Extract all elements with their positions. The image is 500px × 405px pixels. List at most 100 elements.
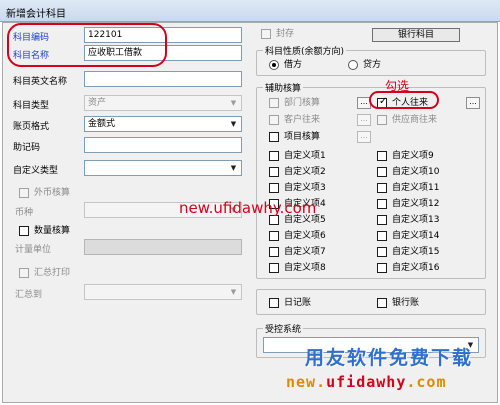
checkbox-icon — [269, 115, 279, 125]
custom-item-checkbox[interactable]: 自定义项3 — [269, 183, 326, 194]
summary-print-checkbox: 汇总打印 — [19, 268, 70, 279]
dept-accounting-label: 部门核算 — [284, 98, 321, 108]
foreign-currency-checkbox: 外币核算 — [19, 188, 70, 199]
bank-journal-label: 银行账 — [392, 298, 420, 308]
credit-radio[interactable]: 贷方 — [348, 60, 381, 71]
title-bar: 新增会计科目 — [0, 0, 500, 22]
page-format-value: 金额式 — [88, 119, 116, 129]
bank-subject-button[interactable]: 银行科目 — [372, 28, 460, 42]
checkbox-icon — [19, 188, 29, 198]
custom-item-checkbox[interactable]: 自定义项1 — [269, 151, 326, 162]
checkbox-icon — [269, 167, 279, 177]
customer-account-label: 客户往来 — [284, 115, 321, 125]
custom-item-checkbox[interactable]: 自定义项10 — [377, 167, 439, 178]
journal-label: 日记账 — [284, 298, 312, 308]
custom-item-checkbox[interactable]: 自定义项11 — [377, 183, 439, 194]
checkbox-icon — [269, 263, 279, 273]
mnemonic-label: 助记码 — [13, 143, 41, 153]
project-ellipsis-button: ... — [357, 131, 371, 143]
checkbox-icon — [377, 231, 387, 241]
journal-checkbox[interactable]: 日记账 — [269, 298, 311, 309]
custom-item-label: 自定义项15 — [392, 247, 440, 257]
chevron-down-icon: ▼ — [230, 120, 237, 128]
checkbox-icon — [377, 247, 387, 257]
custom-item-label: 自定义项8 — [284, 263, 326, 273]
checkbox-icon — [377, 183, 387, 193]
seal-checkbox: 封存 — [261, 29, 294, 40]
custom-item-checkbox[interactable]: 自定义项12 — [377, 199, 439, 210]
custom-item-label: 自定义项7 — [284, 247, 326, 257]
chevron-down-icon: ▼ — [230, 164, 237, 172]
custom-type-select[interactable]: ▼ — [84, 160, 242, 176]
custom-item-checkbox[interactable]: 自定义项14 — [377, 231, 439, 242]
custom-item-checkbox[interactable]: 自定义项2 — [269, 167, 326, 178]
english-name-input[interactable] — [84, 71, 242, 87]
dept-accounting-checkbox: 部门核算 — [269, 98, 320, 109]
unit-label: 计量单位 — [15, 245, 52, 255]
customer-ellipsis-button: ... — [357, 114, 371, 126]
custom-item-label: 自定义项9 — [392, 151, 434, 161]
watermark-brand: 用友软件免费下载 — [305, 347, 474, 369]
checkbox-icon — [269, 247, 279, 257]
custom-item-label: 自定义项14 — [392, 231, 440, 241]
aux-legend: 辅助核算 — [263, 81, 304, 94]
dialog-client-area: 科目编码 122101 科目名称 应收职工借款 科目英文名称 科目类型 资产 ▼… — [2, 22, 498, 403]
custom-item-checkbox[interactable]: 自定义项6 — [269, 231, 326, 242]
custom-item-label: 自定义项11 — [392, 183, 440, 193]
red-highlight-oval-code-name — [7, 23, 167, 67]
checkbox-icon — [377, 167, 387, 177]
page-format-label: 账页格式 — [13, 122, 50, 132]
english-name-label: 科目英文名称 — [13, 77, 68, 87]
subject-type-label: 科目类型 — [13, 101, 50, 111]
customer-account-checkbox: 客户往来 — [269, 115, 320, 126]
credit-label: 贷方 — [363, 60, 382, 70]
subject-type-select: 资产 ▼ — [84, 95, 242, 111]
project-accounting-checkbox[interactable]: 项目核算 — [269, 132, 320, 143]
custom-item-checkbox[interactable]: 自定义项9 — [377, 151, 434, 162]
custom-item-checkbox[interactable]: 自定义项15 — [377, 247, 439, 258]
tick-annotation: 勾选 — [385, 79, 410, 93]
personal-ellipsis-button[interactable]: ... — [466, 97, 480, 109]
custom-item-checkbox[interactable]: 自定义项8 — [269, 263, 326, 274]
custom-item-label: 自定义项12 — [392, 199, 440, 209]
custom-item-checkbox[interactable]: 自定义项7 — [269, 247, 326, 258]
custom-type-label: 自定义类型 — [13, 166, 59, 176]
custom-item-checkbox[interactable]: 自定义项16 — [377, 263, 439, 274]
page-format-select[interactable]: 金额式 ▼ — [84, 116, 242, 132]
checkbox-icon — [377, 298, 387, 308]
quantity-accounting-checkbox[interactable]: 数量核算 — [19, 226, 70, 237]
watermark-url-center: new.ufidawhy.com — [179, 199, 317, 217]
summary-to-select: ▼ — [84, 284, 242, 300]
watermark-url-bottom: new.ufidawhy.com — [286, 373, 447, 391]
currency-label: 币种 — [15, 208, 34, 218]
window-title: 新增会计科目 — [6, 9, 66, 20]
supplier-account-label: 供应商往来 — [392, 115, 438, 125]
debit-label: 借方 — [284, 60, 303, 70]
nature-group: 科目性质(余额方向) 借方 贷方 — [256, 44, 486, 76]
checkbox-icon — [269, 231, 279, 241]
auxiliary-accounting-group: 辅助核算 部门核算 ... ✓ 个人往来 ... 客户往来 ... 供应商往来 项… — [256, 81, 486, 279]
custom-item-label: 自定义项6 — [284, 231, 326, 241]
supplier-account-checkbox: 供应商往来 — [377, 115, 437, 126]
quantity-accounting-label: 数量核算 — [34, 226, 71, 236]
checkbox-icon — [269, 298, 279, 308]
debit-radio[interactable]: 借方 — [269, 60, 302, 71]
custom-item-label: 自定义项1 — [284, 151, 326, 161]
custom-item-label: 自定义项2 — [284, 167, 326, 177]
checkbox-icon — [377, 199, 387, 209]
watermark-url-mid: ufidawhy — [326, 373, 407, 391]
watermark-url-prefix: new. — [286, 373, 327, 391]
foreign-currency-label: 外币核算 — [34, 188, 71, 198]
mnemonic-input[interactable] — [84, 137, 242, 153]
nature-legend: 科目性质(余额方向) — [263, 44, 347, 57]
custom-item-label: 自定义项3 — [284, 183, 326, 193]
checkbox-icon — [377, 151, 387, 161]
bank-journal-checkbox[interactable]: 银行账 — [377, 298, 419, 309]
radio-icon — [348, 60, 358, 70]
custom-item-label: 自定义项13 — [392, 215, 440, 225]
checkbox-icon — [269, 151, 279, 161]
checkbox-icon — [377, 115, 387, 125]
custom-item-checkbox[interactable]: 自定义项13 — [377, 215, 439, 226]
chevron-down-icon: ▼ — [230, 99, 237, 107]
checkbox-icon — [19, 226, 29, 236]
